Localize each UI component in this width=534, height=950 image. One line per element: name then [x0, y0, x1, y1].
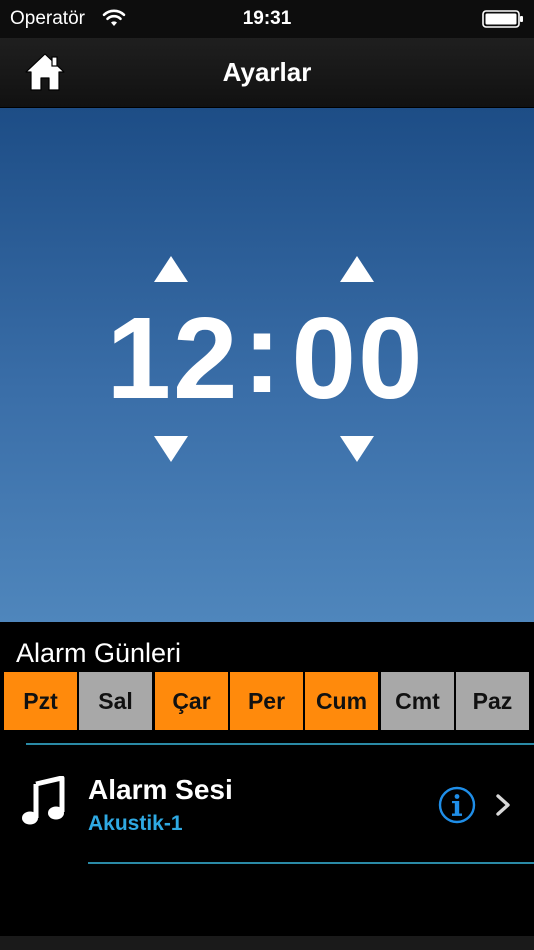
divider [26, 743, 534, 745]
alarm-days-title: Alarm Günleri [16, 638, 182, 668]
time-picker-panel: 12 : 00 [0, 108, 534, 622]
alarm-sound-title: Alarm Sesi [88, 774, 233, 805]
hours-value: 12 [106, 293, 240, 423]
divider [88, 862, 534, 864]
alarm-sound-row[interactable]: Alarm Sesi Akustik-1 [0, 746, 534, 862]
triangle-down-icon [154, 436, 188, 462]
navigation-bar: Ayarlar [0, 38, 534, 108]
triangle-up-icon [340, 256, 374, 282]
time-separator: : [242, 287, 282, 417]
info-icon[interactable] [438, 786, 476, 824]
day-toggle-cmt[interactable]: Cmt [381, 672, 454, 730]
day-toggle-paz[interactable]: Paz [456, 672, 529, 730]
chevron-right-icon [496, 794, 510, 816]
day-toggle-sal[interactable]: Sal [79, 672, 152, 730]
music-note-icon [22, 776, 65, 825]
minutes-up-button[interactable] [338, 254, 376, 284]
page-title: Ayarlar [222, 57, 312, 87]
alarm-sound-value: Akustik-1 [88, 812, 183, 835]
home-button[interactable] [24, 51, 66, 93]
day-toggle-car[interactable]: Çar [155, 672, 228, 730]
day-toggle-per[interactable]: Per [230, 672, 303, 730]
triangle-up-icon [154, 256, 188, 282]
minutes-value: 00 [291, 293, 425, 423]
time-display: 12 : 00 [0, 292, 534, 423]
status-time: 19:31 [242, 8, 292, 29]
settings-screen: Operatör 19:31 Ayarlar 12: 00 Alarm Gün… [0, 0, 534, 950]
status-bar: Operatör 19:31 [0, 0, 534, 38]
minutes-down-button[interactable] [338, 434, 376, 464]
day-toggle-pzt[interactable]: Pzt [4, 672, 77, 730]
hours-down-button[interactable] [152, 434, 190, 464]
battery-icon [482, 10, 523, 28]
triangle-down-icon [340, 436, 374, 462]
hours-up-button[interactable] [152, 254, 190, 284]
day-toggle-cum[interactable]: Cum [305, 672, 378, 730]
bottom-bar [0, 936, 534, 950]
home-icon [25, 53, 65, 91]
alarm-days-selector: Pzt Sal Çar Per Cum Cmt Paz [4, 672, 530, 730]
